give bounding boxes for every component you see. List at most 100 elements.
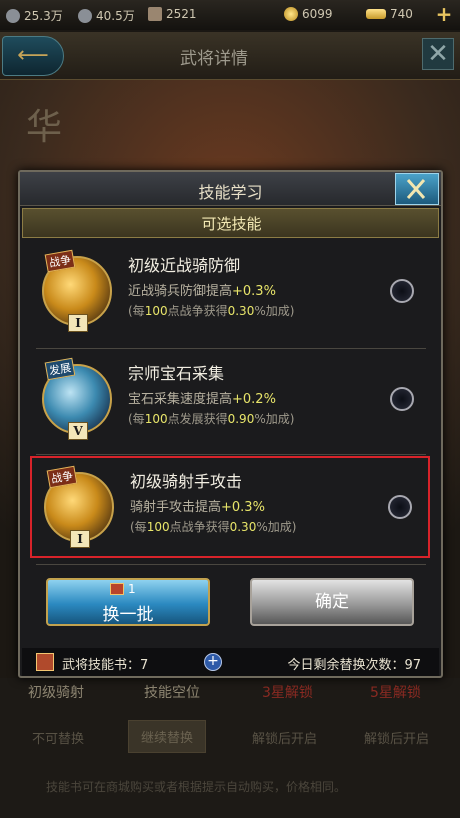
note-number: 0.30	[229, 520, 257, 534]
back-button[interactable]: ⟵	[2, 36, 64, 76]
remaining-value: 97	[404, 658, 421, 673]
skill-desc-text: 骑射手攻击提高	[130, 500, 222, 515]
close-icon: ✕	[427, 39, 449, 69]
resource-stone: 25.3万	[6, 7, 63, 24]
skill-option-selected[interactable]: 战争 I 初级骑射手攻击 骑射手攻击提高+0.3% (每100点战争获得0.30…	[30, 456, 430, 558]
slot-actions-row: 不可替换 继续替换 解锁后开启 解锁后开启	[0, 718, 460, 753]
page-header: ⟵ 武将详情 ✕	[0, 32, 460, 80]
confirm-button[interactable]: 确定	[250, 578, 414, 626]
skill-rank-badge: I	[70, 530, 90, 548]
resource-value: 6099	[302, 7, 333, 21]
skill-description: 骑射手攻击提高+0.3%	[130, 496, 265, 515]
note-text: (每	[128, 304, 145, 318]
skillbook-icon	[110, 583, 124, 595]
divider	[36, 564, 426, 565]
skill-radio[interactable]	[388, 495, 412, 519]
slot-action[interactable]: 不可替换	[32, 728, 84, 747]
skill-category-tag: 战争	[44, 249, 76, 273]
hero-name: 华	[26, 107, 63, 148]
resource-value: 2521	[166, 7, 197, 21]
divider	[36, 454, 426, 455]
note-number: 100	[146, 520, 170, 534]
war-skill-icon: 战争 I	[44, 465, 114, 548]
remaining-swaps: 今日剩余替换次数：97	[287, 654, 421, 673]
note-number: 0.30	[227, 304, 255, 318]
skill-radio[interactable]	[390, 387, 414, 411]
refresh-skills-button[interactable]: 1 换一批	[46, 578, 210, 626]
note-text: 点发展获得	[167, 412, 228, 426]
skill-description: 近战骑兵防御提高+0.3%	[128, 280, 276, 299]
stone-icon	[6, 8, 20, 23]
section-header: 可选技能	[22, 208, 439, 238]
section-title: 可选技能	[201, 215, 262, 233]
gold-icon	[284, 7, 298, 21]
note-number: 0.90	[227, 412, 255, 426]
skill-bonus: +0.2%	[232, 392, 276, 407]
skill-note: (每100点战争获得0.30%加成)	[128, 302, 294, 319]
iron-icon	[78, 8, 92, 23]
resource-bar: 25.3万 40.5万 2521 6099 740 +	[0, 0, 460, 30]
divider	[36, 348, 426, 349]
refresh-cost: 1	[110, 582, 136, 596]
dialog-footer: 武将技能书：7 + 今日剩余替换次数：97	[22, 648, 439, 676]
slot-action[interactable]: 解锁后开启	[252, 728, 317, 747]
note-text: 点战争获得	[167, 304, 228, 318]
skill-desc-text: 宝石采集速度提高	[128, 392, 233, 407]
skill-learn-dialog: 技能学习 可选技能 战争 I 初级近战骑防御 近战骑兵防御提高+0.3% (每1…	[18, 170, 443, 678]
skill-desc-text: 近战骑兵防御提高	[128, 284, 233, 299]
remaining-label: 今日剩余替换次数：	[287, 658, 405, 673]
note-text: 点战争获得	[169, 520, 230, 534]
close-button[interactable]: ✕	[422, 38, 454, 70]
skill-rank-badge: I	[68, 314, 88, 332]
resource-iron: 40.5万	[78, 7, 135, 24]
slot-action[interactable]: 继续替换	[128, 720, 207, 753]
skill-radio[interactable]	[390, 279, 414, 303]
skill-bonus: +0.3%	[232, 284, 276, 299]
wood-icon	[148, 7, 162, 21]
skill-name: 宗师宝石采集	[128, 364, 225, 383]
slot-label: 初级骑射	[28, 685, 84, 701]
note-text: %加成)	[256, 520, 297, 534]
skill-rank-badge: V	[68, 422, 88, 440]
war-skill-icon: 战争 I	[42, 249, 112, 332]
skill-slots-row: 初级骑射 技能空位 3星解锁 5星解锁	[0, 682, 460, 706]
skillbook-label: 武将技能书：	[62, 658, 141, 673]
resource-gold: 6099	[284, 7, 333, 21]
close-icon	[406, 179, 426, 199]
refresh-label: 换一批	[102, 605, 154, 625]
skillbook-icon	[36, 653, 54, 671]
resource-value: 25.3万	[24, 9, 63, 23]
note-text: (每	[130, 520, 147, 534]
note-number: 100	[144, 304, 168, 318]
add-skillbook-button[interactable]: +	[204, 653, 222, 671]
slot-label: 技能空位	[144, 685, 200, 701]
resource-ingot: 740	[366, 7, 413, 21]
skill-option[interactable]: 战争 I 初级近战骑防御 近战骑兵防御提高+0.3% (每100点战争获得0.3…	[30, 242, 430, 344]
note-text: (每	[128, 412, 145, 426]
dev-skill-icon: 发展 V	[42, 357, 112, 440]
ingot-icon	[366, 9, 386, 19]
skillbook-count: 武将技能书：7	[62, 654, 148, 673]
dialog-title: 技能学习	[198, 183, 263, 202]
page-title: 武将详情	[180, 49, 248, 69]
slot-action[interactable]: 解锁后开启	[364, 728, 429, 747]
slot-label: 5星解锁	[370, 685, 421, 701]
skill-description: 宝石采集速度提高+0.2%	[128, 388, 276, 407]
note-number: 100	[144, 412, 168, 426]
skill-name: 初级骑射手攻击	[130, 472, 243, 491]
note-text: %加成)	[254, 412, 295, 426]
dialog-close-button[interactable]	[395, 173, 439, 205]
dialog-header: 技能学习	[20, 172, 441, 206]
note-text: %加成)	[254, 304, 295, 318]
slot-label: 3星解锁	[262, 685, 313, 701]
resource-wood: 2521	[148, 7, 197, 21]
back-arrow-icon: ⟵	[17, 43, 49, 68]
skill-option[interactable]: 发展 V 宗师宝石采集 宝石采集速度提高+0.2% (每100点发展获得0.90…	[30, 350, 430, 452]
skillbook-note: 技能书可在商城购买或者根据提示自动购买，价格相同。	[46, 780, 347, 794]
refresh-cost-value: 1	[128, 582, 136, 596]
skill-note: (每100点战争获得0.30%加成)	[130, 518, 296, 535]
resource-value: 40.5万	[96, 9, 135, 23]
add-currency-button[interactable]: +	[434, 4, 454, 24]
skill-category-tag: 战争	[46, 465, 78, 489]
skill-note: (每100点发展获得0.90%加成)	[128, 410, 294, 427]
